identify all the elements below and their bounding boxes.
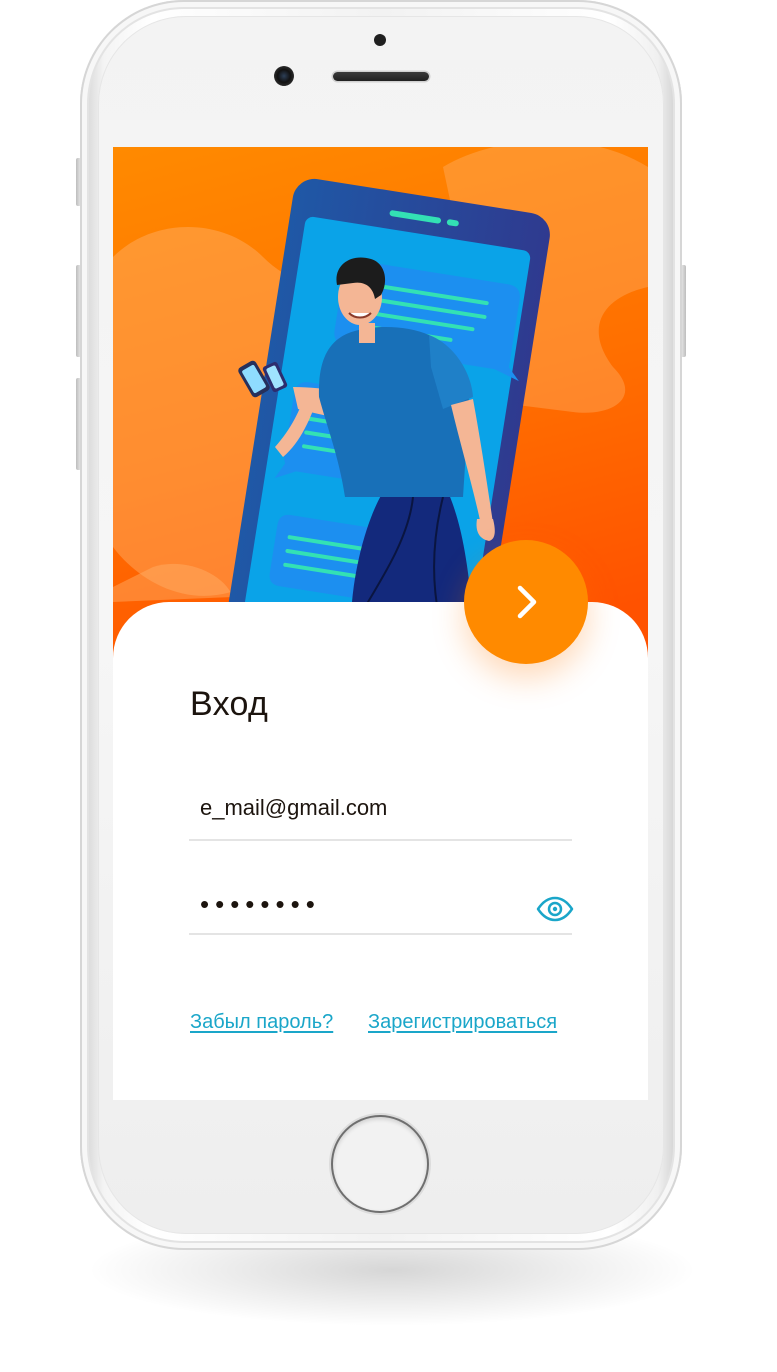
email-input[interactable] bbox=[200, 789, 520, 827]
next-button[interactable] bbox=[464, 540, 588, 664]
proximity-sensor bbox=[374, 34, 386, 46]
home-button[interactable] bbox=[333, 1117, 427, 1211]
app-screen: Вход Забыл пароль? Зарегистрироваться bbox=[113, 147, 648, 1100]
password-visibility-toggle[interactable] bbox=[535, 895, 575, 923]
chevron-right-icon bbox=[517, 585, 537, 619]
eye-icon bbox=[536, 896, 574, 922]
forgot-password-link[interactable]: Забыл пароль? bbox=[190, 1011, 333, 1034]
email-field-container bbox=[189, 783, 572, 841]
password-input[interactable] bbox=[200, 885, 520, 923]
front-camera bbox=[274, 66, 294, 86]
earpiece-speaker bbox=[333, 72, 429, 81]
password-field-container bbox=[189, 877, 575, 935]
register-link[interactable]: Зарегистрироваться bbox=[368, 1011, 557, 1034]
page-title: Вход bbox=[190, 685, 269, 723]
